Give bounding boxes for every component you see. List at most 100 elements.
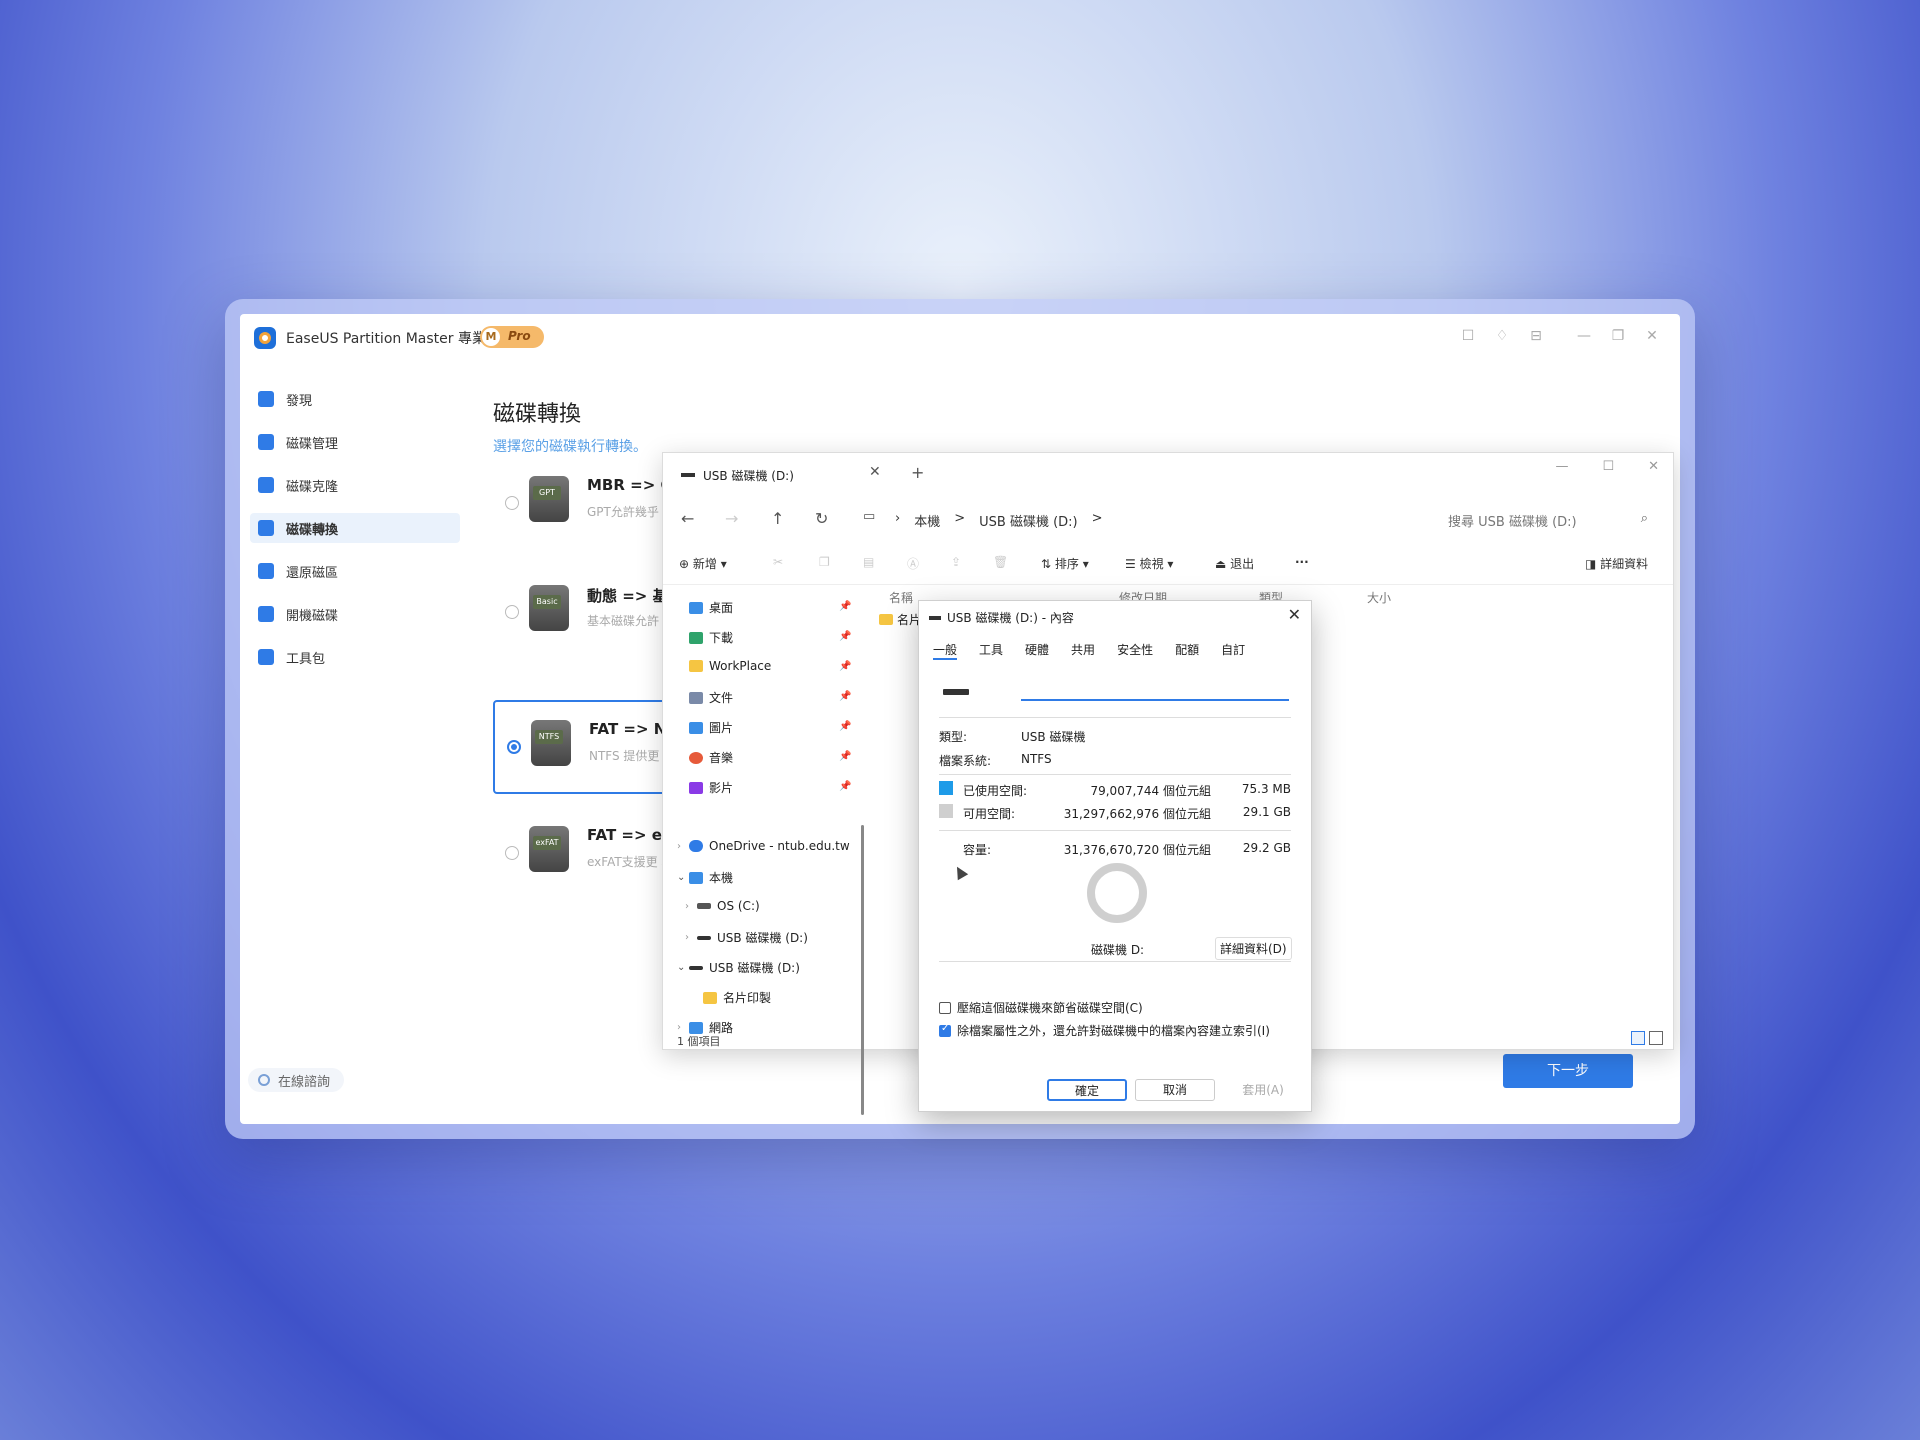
column-size[interactable]: 大小: [1367, 589, 1391, 606]
document-icon: [689, 691, 703, 704]
breadcrumb-usb-drive[interactable]: USB 磁碟機 (D:): [979, 511, 1077, 530]
nav-item-workplace[interactable]: WorkPlace: [689, 659, 771, 673]
compress-checkbox-row[interactable]: 壓縮這個磁碟機來節省磁碟空間(C): [939, 999, 1143, 1016]
index-checkbox[interactable]: [939, 1023, 951, 1037]
details-pane-button[interactable]: ◨ 詳細資料: [1585, 555, 1648, 572]
view-button[interactable]: ☰ 檢視 ▾: [1125, 555, 1173, 572]
nav-item-downloads[interactable]: 下載: [689, 629, 733, 646]
breadcrumb-this-pc[interactable]: 本機: [914, 511, 940, 530]
next-button[interactable]: 下一步: [1503, 1054, 1633, 1088]
tab-tools[interactable]: 工具: [979, 641, 1003, 660]
close-icon[interactable]: ✕: [1644, 328, 1660, 344]
up-icon[interactable]: ↑: [771, 509, 784, 528]
tab-sharing[interactable]: 共用: [1071, 641, 1095, 660]
paste-icon[interactable]: ▤: [863, 555, 874, 569]
copy-icon[interactable]: ❐: [819, 555, 830, 569]
maximize-icon[interactable]: ❐: [1610, 328, 1626, 344]
explorer-tab[interactable]: USB 磁碟機 (D:) ✕: [663, 453, 893, 497]
cut-icon[interactable]: ✂: [773, 555, 783, 569]
pin-icon: 📌: [839, 751, 852, 762]
minimize-icon[interactable]: —: [1576, 328, 1592, 344]
details-view-icon[interactable]: [1631, 1031, 1645, 1045]
disk-icon: GPT: [529, 476, 569, 522]
back-icon[interactable]: ←: [681, 509, 694, 528]
minimize-icon[interactable]: —: [1555, 459, 1568, 474]
option-radio[interactable]: [505, 605, 519, 619]
sidebar-item-boot-disk[interactable]: 開機磁碟: [250, 599, 460, 629]
sidebar-item-label: 開機磁碟: [286, 608, 339, 624]
nav-item-usb-d[interactable]: › USB 磁碟機 (D:): [685, 929, 808, 946]
feedback-icon[interactable]: ☐: [1460, 328, 1476, 344]
chevron-right-icon: ›: [685, 932, 689, 943]
tab-customize[interactable]: 自訂: [1221, 641, 1245, 660]
close-icon[interactable]: ✕: [1648, 459, 1659, 474]
option-radio[interactable]: [505, 496, 519, 510]
option-radio[interactable]: [505, 846, 519, 860]
search-input[interactable]: 搜尋 USB 磁碟機 (D:) ⌕: [1448, 511, 1658, 530]
details-button[interactable]: 詳細資料(D): [1215, 937, 1292, 960]
pin-icon: 📌: [839, 691, 852, 702]
tiles-view-icon[interactable]: [1649, 1031, 1663, 1045]
sidebar-item-disk-manage[interactable]: 磁碟管理: [250, 427, 460, 457]
nav-scrollbar[interactable]: [861, 825, 864, 1115]
sidebar-item-disk-clone[interactable]: 磁碟克隆: [250, 470, 460, 500]
drive-name-input[interactable]: [1021, 673, 1289, 701]
nav-item-music[interactable]: 音樂: [689, 749, 733, 766]
index-checkbox-row[interactable]: 除檔案屬性之外，還允許對磁碟機中的檔案內容建立索引(I): [939, 1022, 1270, 1039]
nav-item-desktop[interactable]: 桌面: [689, 599, 733, 616]
option-radio[interactable]: [507, 740, 521, 754]
delete-icon[interactable]: 🗑: [993, 555, 1008, 569]
filesystem-label: 檔案系統:: [939, 754, 992, 768]
share-icon[interactable]: ⇪: [951, 555, 961, 569]
rename-icon[interactable]: Ⓐ: [907, 555, 919, 572]
free-space-label: 可用空間:: [963, 807, 1016, 821]
file-row[interactable]: 名片: [879, 611, 921, 628]
tab-general[interactable]: 一般: [933, 641, 958, 660]
sort-button[interactable]: ⇅ 排序 ▾: [1041, 555, 1089, 572]
compress-checkbox[interactable]: [939, 1001, 951, 1014]
this-pc-icon[interactable]: ▭: [863, 509, 875, 524]
skin-icon[interactable]: ♢: [1494, 328, 1510, 344]
sidebar-item-restore[interactable]: 還原磁區: [250, 556, 460, 586]
nav-item-pictures[interactable]: 圖片: [689, 719, 733, 736]
refresh-icon[interactable]: ↻: [815, 509, 828, 528]
nav-item-onedrive[interactable]: › OneDrive - ntub.edu.tw: [677, 839, 850, 853]
column-name[interactable]: 名稱: [889, 589, 913, 606]
maximize-icon[interactable]: ☐: [1602, 459, 1614, 474]
nav-item-usb-d-root[interactable]: ⌄ USB 磁碟機 (D:): [677, 959, 800, 976]
close-icon[interactable]: ✕: [1288, 605, 1301, 624]
nav-item-videos[interactable]: 影片: [689, 779, 733, 796]
sidebar-item-disk-convert[interactable]: 磁碟轉換: [250, 513, 460, 543]
capacity-bytes: 31,376,670,720 個位元組: [1063, 843, 1211, 857]
forward-icon[interactable]: →: [725, 509, 738, 528]
navigation-pane: 桌面 📌 下載 📌 WorkPlace 📌 文件 📌 圖片 📌 音樂 📌 影片 …: [677, 585, 864, 1115]
chevron-right-icon: ›: [677, 840, 681, 852]
tab-quota[interactable]: 配額: [1175, 641, 1199, 660]
tab-security[interactable]: 安全性: [1117, 641, 1153, 660]
online-help-button[interactable]: 在線諮詢: [248, 1068, 345, 1092]
tab-hardware[interactable]: 硬體: [1025, 641, 1049, 660]
nav-item-this-pc[interactable]: ⌄ 本機: [677, 869, 733, 886]
nav-item-card-printing[interactable]: 名片印製: [703, 989, 771, 1006]
download-icon: [689, 631, 703, 644]
chevron-right-icon: ›: [685, 900, 689, 912]
ok-button[interactable]: 確定: [1047, 1079, 1127, 1101]
more-icon[interactable]: ···: [1295, 555, 1309, 569]
add-tab-icon[interactable]: +: [911, 463, 924, 482]
tab-close-icon[interactable]: ✕: [869, 464, 881, 480]
apply-button[interactable]: 套用(A): [1223, 1079, 1303, 1101]
type-value: USB 磁碟機: [1021, 730, 1086, 744]
cancel-button[interactable]: 取消: [1135, 1079, 1215, 1101]
nav-item-os-c[interactable]: › OS (C:): [685, 899, 760, 913]
settings-icon[interactable]: ⊟: [1528, 328, 1544, 344]
nav-label: 桌面: [709, 601, 734, 615]
nav-item-documents[interactable]: 文件: [689, 689, 733, 706]
sidebar-item-toolkit[interactable]: 工具包: [250, 642, 460, 672]
pin-icon: 📌: [839, 781, 852, 792]
drive-letter-label: 磁碟機 D:: [1091, 943, 1145, 957]
sidebar-item-discover[interactable]: 發現: [250, 384, 460, 414]
eject-button[interactable]: ⏏ 退出: [1215, 555, 1254, 572]
app-logo-icon: [254, 327, 276, 349]
new-button[interactable]: ⊕ 新增 ▾: [679, 555, 727, 572]
chat-icon: [258, 1074, 270, 1086]
